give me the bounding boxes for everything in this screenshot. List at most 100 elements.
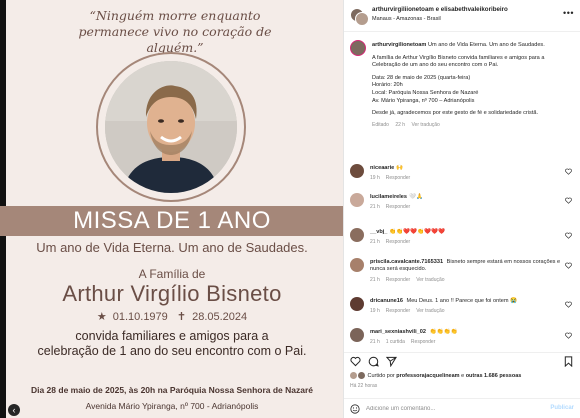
comment-meta: 19 h Responder — [370, 175, 562, 182]
more-dots-icon[interactable]: ••• — [563, 8, 574, 18]
memorial-quote: “Ninguém morre enquanto permanece vivo n… — [78, 8, 272, 55]
comment-icon[interactable] — [368, 356, 379, 367]
portrait-photo — [105, 61, 237, 193]
avatar — [355, 12, 369, 26]
caption-line: Local: Paróquia Nossa Senhora de Nazaré — [372, 89, 479, 96]
invite-line-1: convida familiares e amigos para a — [75, 329, 269, 343]
comment-body: priscila.cavalcante.7165331 Bisneto semp… — [370, 259, 562, 284]
caption-line: Horário: 20h — [372, 82, 403, 89]
comment-time: 21 h — [370, 239, 380, 246]
share-icon[interactable] — [386, 356, 397, 367]
portrait-illustration — [105, 61, 237, 193]
heart-icon[interactable] — [565, 168, 572, 175]
avatar[interactable] — [350, 328, 364, 342]
comment-text: 👏👏👏👏 — [429, 329, 458, 335]
caption-first-line: Um ano de Vida Eterna. Um ano de Saudade… — [427, 42, 545, 48]
author-names[interactable]: arthurvirgiliionetoam e elisabethvaleiko… — [372, 6, 562, 13]
heart-icon[interactable] — [565, 197, 572, 204]
portrait-frame — [96, 52, 246, 202]
family-intro: A Família de — [138, 267, 206, 281]
avatar[interactable] — [350, 193, 364, 207]
post-header: arthurvirgiliionetoam e elisabethvaleiko… — [344, 0, 580, 32]
comment-text: 🙌 — [396, 165, 404, 171]
birth-date: 01.10.1979 — [112, 311, 168, 323]
invite-line-2: celebração de 1 ano do seu encontro com … — [37, 344, 307, 358]
emoji-icon[interactable] — [350, 404, 360, 414]
reply-link[interactable]: Responder — [386, 239, 410, 245]
translate-link[interactable]: Ver tradução — [416, 277, 444, 283]
comment-username[interactable]: priscila.cavalcante.7165331 — [370, 259, 443, 265]
comment-meta: 21 h Responder Ver tradução — [370, 277, 562, 284]
caption-line: Av. Mário Ypiranga, nº 700 – Adrianópoli… — [372, 97, 475, 104]
heart-icon[interactable] — [565, 232, 572, 239]
caption-time: 22 h — [395, 121, 406, 128]
caption-meta: Editado 22 h Ver tradução — [372, 122, 572, 130]
comment-body: dricanune16 Meu Deus. 1 ano !! Parece qu… — [370, 298, 562, 316]
comment-username[interactable]: mari_sexniashvili_02 — [370, 329, 426, 335]
reply-link[interactable]: Responder — [386, 175, 410, 181]
caption-text: arthurvirgilionetoam Um ano de Vida Eter… — [372, 42, 572, 129]
comment-text: Meu Deus. 1 ano !! Parece que foi ontem … — [406, 298, 518, 304]
post-image[interactable]: “Ninguém morre enquanto permanece vivo n… — [0, 0, 344, 418]
carousel-prev-button[interactable]: ‹ — [8, 404, 20, 416]
banner-subtitle: Um ano de Vida Eterna. Um ano de Saudade… — [36, 240, 308, 255]
heart-icon[interactable] — [565, 262, 572, 269]
heart-icon[interactable] — [565, 332, 572, 339]
caption-line: Desde já, agradecemos por este gesto de … — [372, 110, 539, 117]
heart-icon[interactable] — [565, 301, 572, 308]
comment-username[interactable]: niceaarie — [370, 165, 394, 171]
comment-meta: 21 h 1 curtida Responder — [370, 339, 562, 346]
comment-time: 21 h — [370, 204, 380, 211]
publish-button[interactable]: Publicar — [550, 405, 574, 411]
comment-time: 19 h — [370, 175, 380, 182]
comment-input[interactable] — [366, 402, 536, 416]
caption-username[interactable]: arthurvirgilionetoam — [372, 42, 426, 48]
reply-link[interactable]: Responder — [386, 277, 410, 283]
reply-link[interactable]: Responder — [411, 339, 435, 345]
likes-middle: e — [461, 372, 465, 379]
translate-link[interactable]: Ver tradução — [411, 122, 439, 128]
likes-summary[interactable]: Curtido por professorajacquelineam e out… — [350, 372, 578, 379]
avatar — [358, 372, 365, 379]
comment-username[interactable]: dricanune16 — [370, 298, 403, 304]
action-bar — [344, 352, 580, 370]
comment-likes[interactable]: 1 curtida — [386, 339, 405, 345]
comment-body: lucilameireles 🤍🙏 21 h Responder — [370, 194, 562, 212]
avatar[interactable] — [350, 228, 364, 242]
comment-body: niceaarie 🙌 19 h Responder — [370, 165, 562, 183]
author-avatars[interactable] — [350, 8, 369, 26]
deceased-name: Arthur Virgílio Bisneto — [62, 281, 282, 306]
caption-line: A família de Arthur Virgílio Bisneto con… — [372, 54, 545, 69]
post-side-panel: arthurvirgiliionetoam e elisabethvaleiko… — [344, 0, 580, 418]
life-dates: ★ 01.10.1979 ✝ 28.05.2024 — [0, 310, 343, 323]
comment-username[interactable]: lucilameireles — [370, 194, 407, 200]
avatar — [350, 372, 357, 379]
post-time: Há 22 horas — [350, 383, 378, 389]
translate-link[interactable]: Ver tradução — [416, 308, 444, 314]
comment-time: 21 h — [370, 276, 380, 283]
likes-user[interactable]: professorajacquelineam — [396, 373, 459, 379]
avatar[interactable] — [350, 258, 364, 272]
comment-time: 19 h — [370, 308, 380, 315]
star-icon: ★ — [96, 311, 107, 323]
avatar[interactable] — [350, 297, 364, 311]
reply-link[interactable]: Responder — [386, 204, 410, 210]
comment-text: 👏👏❤️❤️👏❤️❤️❤️ — [389, 229, 446, 235]
comment-body: __vbj_ 👏👏❤️❤️👏❤️❤️❤️ 21 h Responder — [370, 229, 562, 247]
comment-meta: 21 h Responder — [370, 204, 562, 211]
like-heart-icon[interactable] — [350, 356, 361, 367]
post-location[interactable]: Manaus - Amazonas - Brasil — [372, 16, 441, 22]
avatar[interactable] — [350, 164, 364, 178]
invitation-text: convida familiares e amigos para a celeb… — [20, 329, 324, 359]
likes-others[interactable]: outras 1.686 pessoas — [466, 373, 522, 379]
comment-meta: 19 h Responder Ver tradução — [370, 308, 562, 315]
event-address: Avenida Mário Ypiranga, nº 700 - Adrianó… — [85, 401, 259, 411]
bookmark-icon[interactable] — [563, 356, 574, 367]
comment-username[interactable]: __vbj_ — [370, 229, 387, 235]
caption-avatar[interactable] — [350, 40, 366, 56]
caption-line: Data: 28 de maio de 2025 (quarta-feira) — [372, 74, 471, 81]
comment-text: 🤍🙏 — [409, 194, 423, 200]
comment-time: 21 h — [370, 339, 380, 346]
reply-link[interactable]: Responder — [386, 308, 410, 314]
add-comment-bar: Publicar — [344, 398, 580, 418]
